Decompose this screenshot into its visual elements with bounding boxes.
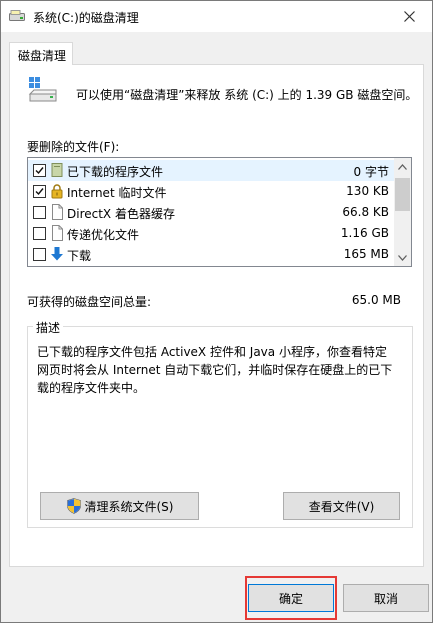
close-button[interactable]: [386, 1, 432, 32]
file-name: DirectX 着色器缓存: [67, 207, 175, 221]
file-size: 165 MB: [343, 247, 389, 261]
window-title: 系统(C:)的磁盘清理: [33, 11, 139, 25]
folder-icon: [49, 162, 65, 178]
tab-disk-cleanup[interactable]: 磁盘清理: [9, 42, 73, 65]
chevron-up-icon: [398, 163, 407, 170]
clean-system-files-label: 清理系统文件(S): [84, 499, 174, 514]
chevron-down-icon: [398, 254, 407, 261]
document-icon: [49, 204, 65, 220]
view-files-button[interactable]: 查看文件(V): [283, 492, 400, 520]
total-space-label: 可获得的磁盘空间总量:: [27, 295, 152, 309]
download-arrow-icon: [49, 246, 65, 262]
hard-drive-icon: [27, 74, 59, 106]
file-row[interactable]: DirectX 着色器缓存 66.8 KB: [28, 202, 394, 223]
summary-text: 可以使用“磁盘清理”来释放 系统 (C:) 上的 1.39 GB 磁盘空间。: [76, 88, 418, 102]
total-space-value: 65.0 MB: [351, 293, 401, 307]
file-size: 130 KB: [346, 184, 389, 198]
document-icon: [49, 225, 65, 241]
disk-cleanup-app-icon: [9, 10, 25, 22]
file-checkbox[interactable]: [33, 248, 46, 261]
ok-highlight-box: [245, 576, 337, 620]
file-size: 1.16 GB: [340, 226, 389, 240]
scroll-thumb[interactable]: [395, 178, 410, 211]
checkmark-icon: [35, 167, 44, 175]
scroll-down-button[interactable]: [394, 249, 411, 266]
file-checkbox[interactable]: [33, 164, 46, 177]
title-bar[interactable]: 系统(C:)的磁盘清理: [1, 1, 432, 32]
checkmark-icon: [35, 188, 44, 196]
file-checkbox[interactable]: [33, 227, 46, 240]
file-row[interactable]: Internet 临时文件 130 KB: [28, 181, 394, 202]
file-size: 0 字节: [353, 165, 389, 179]
tab-label: 磁盘清理: [18, 49, 67, 63]
description-legend: 描述: [33, 319, 64, 336]
file-checkbox[interactable]: [33, 206, 46, 219]
cancel-label: 取消: [373, 591, 398, 606]
file-name: 传递优化文件: [67, 228, 140, 242]
scroll-up-button[interactable]: [394, 158, 411, 175]
file-name: 已下载的程序文件: [67, 165, 164, 179]
uac-shield-icon: [66, 498, 82, 514]
file-name: 下载: [67, 249, 92, 263]
close-icon: [403, 11, 415, 22]
file-checkbox[interactable]: [33, 185, 46, 198]
cancel-button[interactable]: 取消: [343, 584, 429, 612]
clean-system-files-button[interactable]: 清理系统文件(S): [40, 492, 199, 520]
file-size: 66.8 KB: [342, 205, 389, 219]
file-row[interactable]: 传递优化文件 1.16 GB: [28, 223, 394, 244]
file-list-scrollbar[interactable]: [394, 158, 411, 266]
lock-icon: [49, 183, 65, 199]
description-text: 已下载的程序文件包括 ActiveX 控件和 Java 小程序，你查看特定网页时…: [37, 345, 393, 395]
file-row[interactable]: 下载 165 MB: [28, 244, 394, 265]
view-files-label: 查看文件(V): [308, 499, 375, 514]
file-name: Internet 临时文件: [67, 186, 167, 200]
files-list[interactable]: 已下载的程序文件 0 字节 Internet 临时文件 130 KB Direc…: [27, 157, 412, 267]
file-row[interactable]: 已下载的程序文件 0 字节: [28, 160, 394, 181]
files-to-delete-label: 要删除的文件(F):: [27, 140, 120, 154]
disk-cleanup-window: 系统(C:)的磁盘清理 磁盘清理 可以使用“磁盘清理”来释放 系统 (C:) 上…: [0, 0, 433, 623]
